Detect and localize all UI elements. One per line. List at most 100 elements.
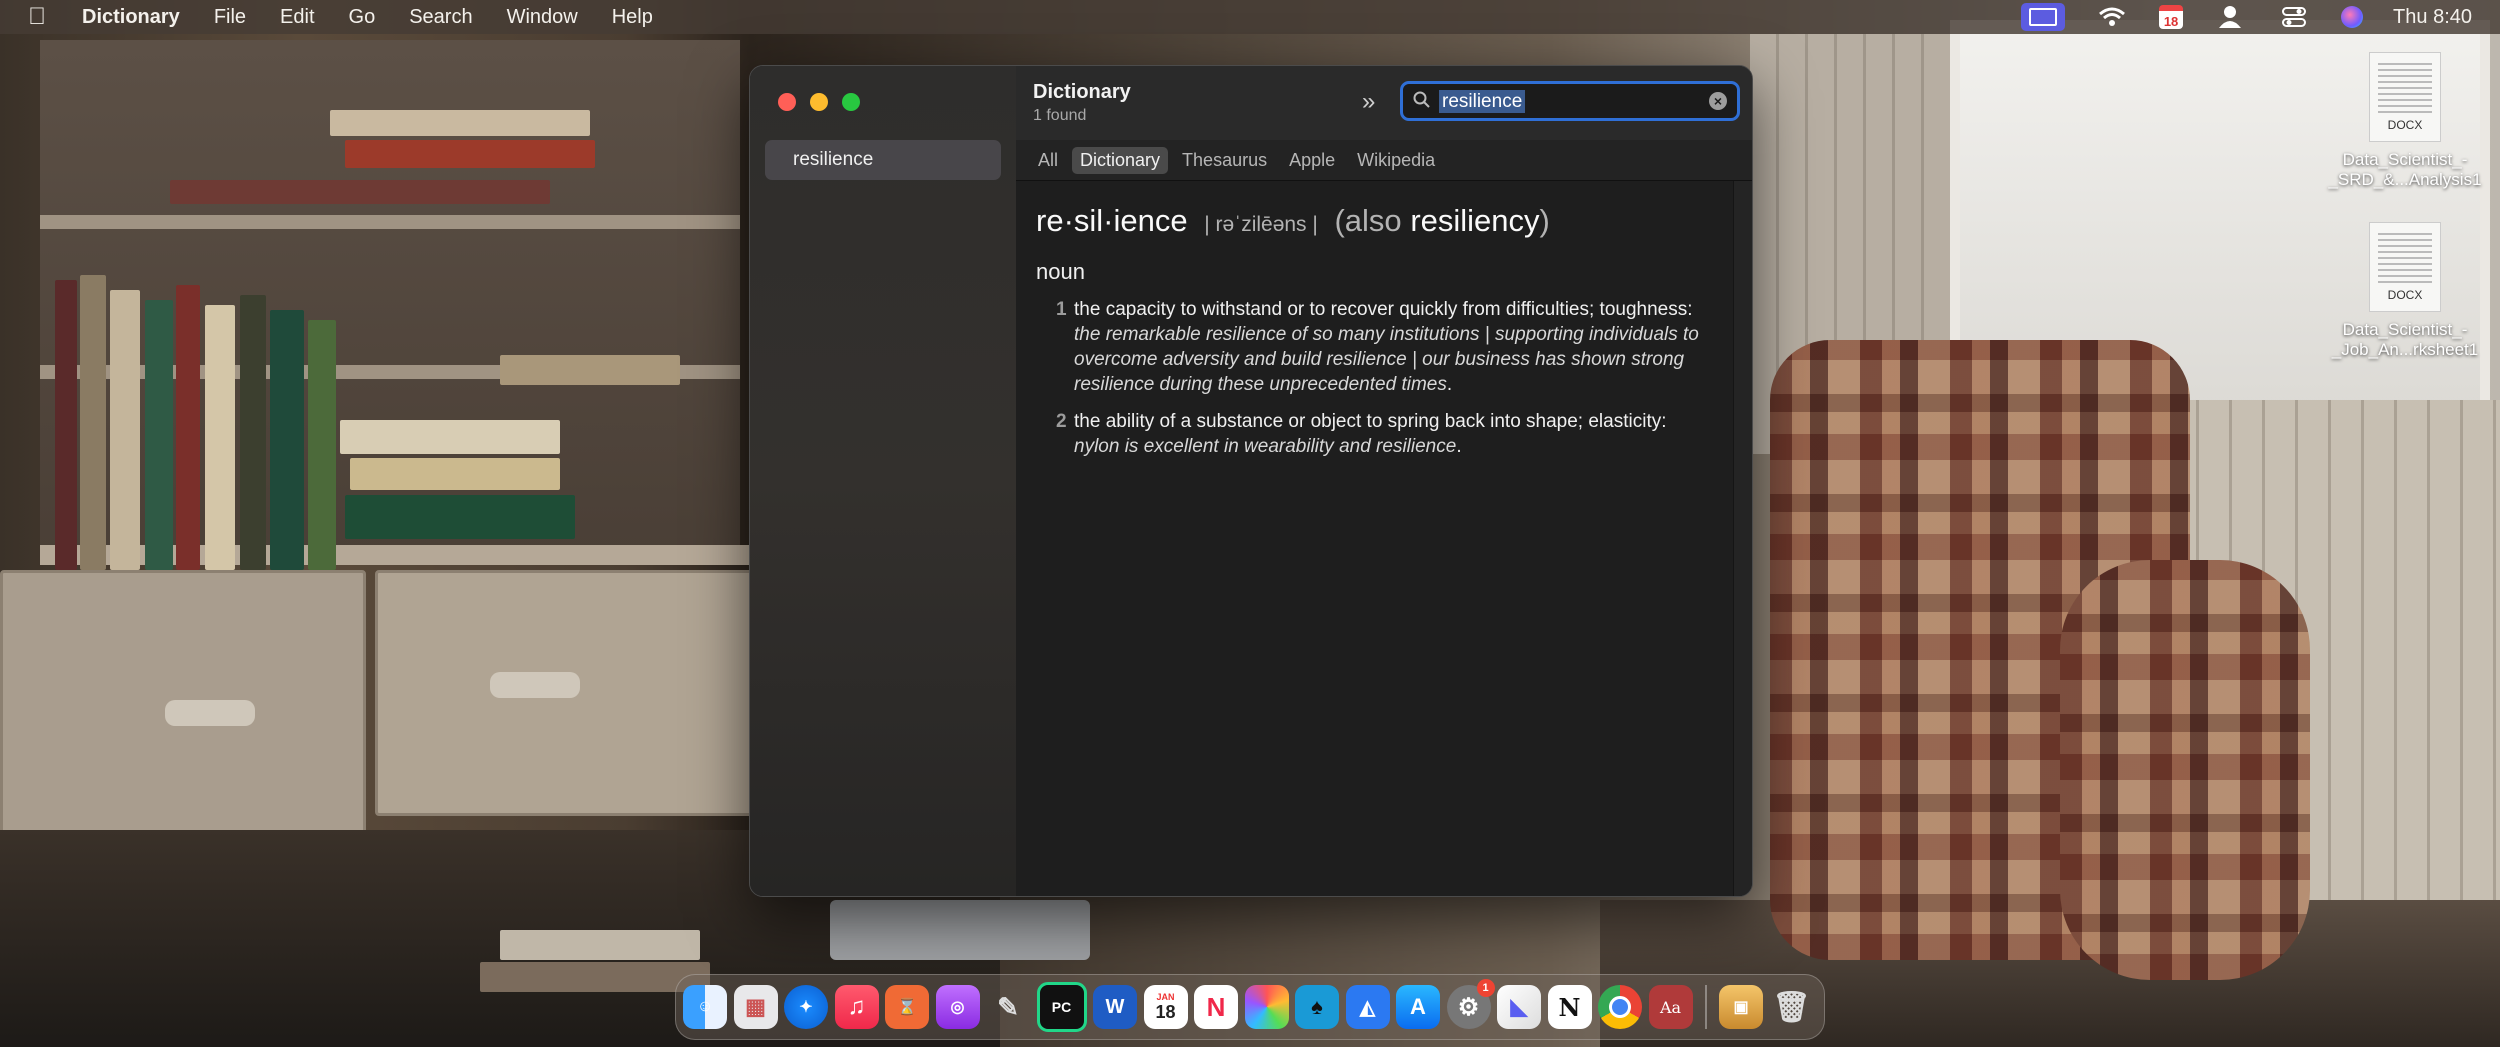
status-area: 18 Thu 8:40 bbox=[2021, 0, 2472, 34]
toolbox-icon[interactable]: ◣ bbox=[1497, 985, 1541, 1029]
sense-number: 2 bbox=[1056, 411, 1067, 432]
book bbox=[145, 300, 173, 570]
menu-help[interactable]: Help bbox=[612, 6, 653, 29]
dock: ☺ ▦ ✦ ♫ ⌛ ◎ ✎ PC W JAN 18 N ♠ ◭ A ⚙ 1 ◣ … bbox=[675, 974, 1825, 1040]
book bbox=[110, 290, 140, 570]
drawer-handle bbox=[165, 700, 255, 726]
armchair-arm bbox=[2060, 560, 2310, 980]
scrollbar[interactable] bbox=[1733, 181, 1752, 896]
desktop-file[interactable]: DOCX Data_Scientist_- _Job_An...rksheet1 bbox=[2325, 222, 2485, 360]
archive-utility-icon[interactable]: ▣ bbox=[1719, 985, 1763, 1029]
tab-apple[interactable]: Apple bbox=[1281, 147, 1343, 174]
docx-file-icon: DOCX bbox=[2369, 222, 2441, 312]
close-button[interactable] bbox=[778, 93, 796, 111]
results-sidebar: resilience bbox=[750, 66, 1017, 896]
chevron-right-icon[interactable]: » bbox=[1362, 88, 1375, 116]
variant-word: resiliency bbox=[1410, 203, 1540, 238]
sidebar-result-resilience[interactable]: resilience bbox=[765, 140, 1001, 180]
music-icon[interactable]: ♫ bbox=[834, 985, 879, 1029]
desktop-file[interactable]: DOCX Data_Scientist_- _SRD_&...Analysis1 bbox=[2325, 52, 2485, 190]
search-input[interactable]: resilience bbox=[1439, 90, 1526, 113]
chrome-center bbox=[1609, 996, 1631, 1018]
file-name: Data_Scientist_- bbox=[2342, 320, 2468, 339]
book bbox=[170, 180, 550, 204]
calendar-status-icon[interactable]: 18 bbox=[2159, 5, 2184, 29]
menu-file[interactable]: File bbox=[214, 6, 246, 29]
sense-definition: the ability of a substance or object to … bbox=[1074, 411, 1667, 432]
menubar-clock[interactable]: Thu 8:40 bbox=[2393, 6, 2472, 29]
notion-icon[interactable]: N bbox=[1547, 985, 1592, 1029]
minimize-button[interactable] bbox=[810, 93, 828, 111]
zoom-button[interactable] bbox=[842, 93, 860, 111]
finder-icon[interactable]: ☺ bbox=[683, 985, 727, 1029]
book bbox=[500, 355, 680, 385]
result-count: 1 found bbox=[1033, 107, 1087, 124]
tab-thesaurus[interactable]: Thesaurus bbox=[1174, 147, 1275, 174]
docx-file-icon: DOCX bbox=[2369, 52, 2441, 142]
photos-icon[interactable] bbox=[1244, 985, 1289, 1029]
pronunciation: | rəˈzilēəns | bbox=[1204, 213, 1318, 236]
book bbox=[80, 275, 106, 570]
launchpad-icon[interactable]: ▦ bbox=[733, 985, 778, 1029]
keynote-icon[interactable]: ◭ bbox=[1345, 985, 1390, 1029]
toolbar-title: Dictionary bbox=[1033, 81, 1131, 103]
apple-menu-icon[interactable]:  bbox=[28, 3, 46, 31]
calendar-month: JAN bbox=[1156, 991, 1175, 1002]
book bbox=[176, 285, 200, 570]
script-editor-icon[interactable]: ✎ bbox=[986, 985, 1030, 1029]
variant-prefix: (also bbox=[1334, 203, 1402, 238]
system-settings-icon[interactable]: ⚙ 1 bbox=[1446, 979, 1495, 1029]
trash-icon[interactable]: 🗑 bbox=[1770, 985, 1814, 1029]
tab-wikipedia[interactable]: Wikipedia bbox=[1349, 147, 1443, 174]
search-field[interactable]: resilience × bbox=[1400, 81, 1740, 121]
file-name: _Job_An...rksheet1 bbox=[2331, 340, 2479, 359]
screen-time-icon[interactable]: ⌛ bbox=[885, 985, 929, 1029]
word-icon[interactable]: W bbox=[1093, 985, 1137, 1029]
siri-icon[interactable] bbox=[2341, 6, 2364, 28]
app-store-icon[interactable]: A bbox=[1396, 985, 1440, 1029]
podcasts-icon[interactable]: ◎ bbox=[935, 985, 980, 1029]
book bbox=[345, 495, 575, 539]
news-icon[interactable]: N bbox=[1194, 985, 1238, 1029]
sense: 1 the capacity to withstand or to recove… bbox=[1036, 297, 1714, 397]
tab-all[interactable]: All bbox=[1030, 147, 1066, 174]
search-icon bbox=[1413, 91, 1431, 114]
menu-search[interactable]: Search bbox=[409, 6, 472, 29]
book bbox=[350, 458, 560, 490]
headword: re·sil·ience bbox=[1036, 203, 1188, 238]
wifi-icon[interactable] bbox=[2095, 5, 2129, 29]
book bbox=[270, 310, 304, 570]
clear-search-icon[interactable]: × bbox=[1709, 92, 1727, 110]
tab-dictionary[interactable]: Dictionary bbox=[1072, 146, 1169, 174]
kindle-icon[interactable]: ♠ bbox=[1295, 985, 1339, 1029]
drawer-handle bbox=[490, 672, 580, 698]
screen-mirroring-icon[interactable] bbox=[2021, 3, 2066, 31]
entry-header: re·sil·ience | rəˈzilēəns | (also resili… bbox=[1036, 203, 1714, 239]
calendar-icon[interactable]: JAN 18 bbox=[1143, 985, 1188, 1029]
book bbox=[330, 110, 590, 136]
dock-separator bbox=[1705, 985, 1707, 1029]
calendar-day: 18 bbox=[1155, 1001, 1176, 1022]
menu-edit[interactable]: Edit bbox=[280, 6, 314, 29]
variant-suffix: ) bbox=[1539, 203, 1550, 238]
chrome-icon[interactable] bbox=[1598, 985, 1642, 1029]
menu-go[interactable]: Go bbox=[349, 6, 376, 29]
toolbar: Dictionary 1 found » resilience × bbox=[1016, 66, 1752, 140]
control-center-icon[interactable] bbox=[2277, 5, 2311, 29]
user-icon[interactable] bbox=[2213, 5, 2247, 29]
sense-example: the remarkable resilience of so many ins… bbox=[1074, 324, 1699, 395]
sense-example: nylon is excellent in wearability and re… bbox=[1074, 436, 1457, 457]
file-name: _SRD_&...Analysis1 bbox=[2328, 170, 2482, 189]
book bbox=[55, 280, 77, 570]
dictionary-icon[interactable]: Aa bbox=[1648, 985, 1693, 1029]
book bbox=[205, 305, 235, 570]
file-name: Data_Scientist_- bbox=[2342, 150, 2468, 169]
sense: 2 the ability of a substance or object t… bbox=[1036, 409, 1714, 459]
book bbox=[345, 140, 595, 168]
sense-number: 1 bbox=[1056, 299, 1067, 320]
safari-icon[interactable]: ✦ bbox=[784, 985, 828, 1029]
book-stack bbox=[500, 930, 700, 960]
menu-window[interactable]: Window bbox=[507, 6, 578, 29]
pycharm-icon[interactable]: PC bbox=[1036, 982, 1087, 1032]
menu-app-name[interactable]: Dictionary bbox=[82, 6, 180, 29]
